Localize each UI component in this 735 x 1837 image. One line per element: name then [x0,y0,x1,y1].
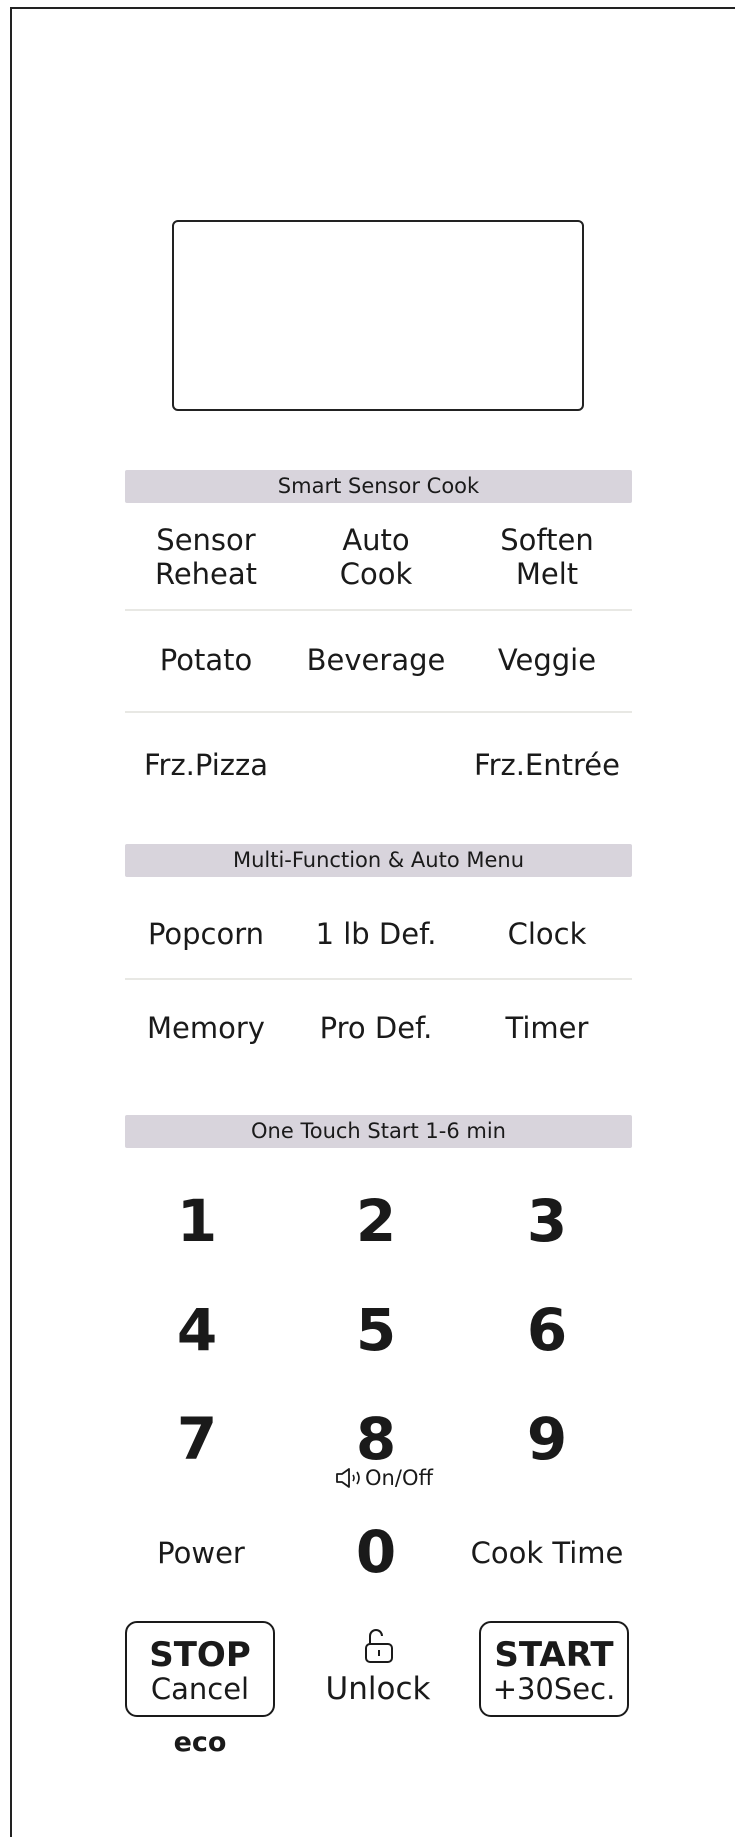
frz-pizza-button[interactable]: Frz.Pizza [106,748,306,782]
key-2[interactable]: 2 [316,1192,436,1250]
stop-label: STOP [149,1635,251,1675]
plus-30sec-label: +30Sec. [492,1672,616,1706]
veggie-button[interactable]: Veggie [447,643,647,677]
section-one-touch-start: One Touch Start 1-6 min [125,1115,632,1148]
power-button[interactable]: Power [101,1536,301,1570]
soften-melt-line2: Melt [515,557,579,591]
soften-melt-button[interactable]: Soften Melt [447,523,647,591]
key-4[interactable]: 4 [137,1301,257,1359]
speaker-icon [336,1468,360,1488]
key-7[interactable]: 7 [137,1410,257,1468]
start-label: START [494,1635,614,1675]
timer-button[interactable]: Timer [447,1011,647,1045]
key-9[interactable]: 9 [487,1410,607,1468]
divider [125,609,632,611]
beverage-button[interactable]: Beverage [276,643,476,677]
unlock-button[interactable]: Unlock [308,1622,448,1706]
key-0[interactable]: 0 [316,1523,436,1581]
key-6[interactable]: 6 [487,1301,607,1359]
divider [125,711,632,713]
one-lb-defrost-button[interactable]: 1 lb Def. [276,917,476,951]
cook-time-button[interactable]: Cook Time [447,1536,647,1570]
key-3[interactable]: 3 [487,1192,607,1250]
soften-melt-line1: Soften [500,523,594,557]
auto-cook-line1: Auto [342,523,410,557]
cancel-label: Cancel [150,1672,250,1706]
sound-toggle-label: On/Off [314,1466,454,1490]
start-30sec-button[interactable]: START +30Sec. [479,1621,629,1717]
key-1[interactable]: 1 [137,1192,257,1250]
unlock-label: Unlock [325,1671,431,1707]
divider [125,978,632,980]
auto-cook-line2: Cook [339,557,413,591]
eco-label: eco [173,1727,227,1758]
padlock-open-icon [365,1629,393,1663]
key-8[interactable]: 8 [316,1410,436,1468]
frz-entree-button[interactable]: Frz.Entrée [447,748,647,782]
section-smart-sensor-cook: Smart Sensor Cook [125,470,632,503]
auto-cook-button[interactable]: Auto Cook [276,523,476,591]
key-5[interactable]: 5 [316,1301,436,1359]
stop-cancel-button[interactable]: STOP Cancel [125,1621,275,1717]
pro-defrost-button[interactable]: Pro Def. [276,1011,476,1045]
display-window [172,220,584,411]
sound-on-off-text: On/Off [365,1466,433,1490]
clock-button[interactable]: Clock [447,917,647,951]
section-multi-function: Multi-Function & Auto Menu [125,844,632,877]
